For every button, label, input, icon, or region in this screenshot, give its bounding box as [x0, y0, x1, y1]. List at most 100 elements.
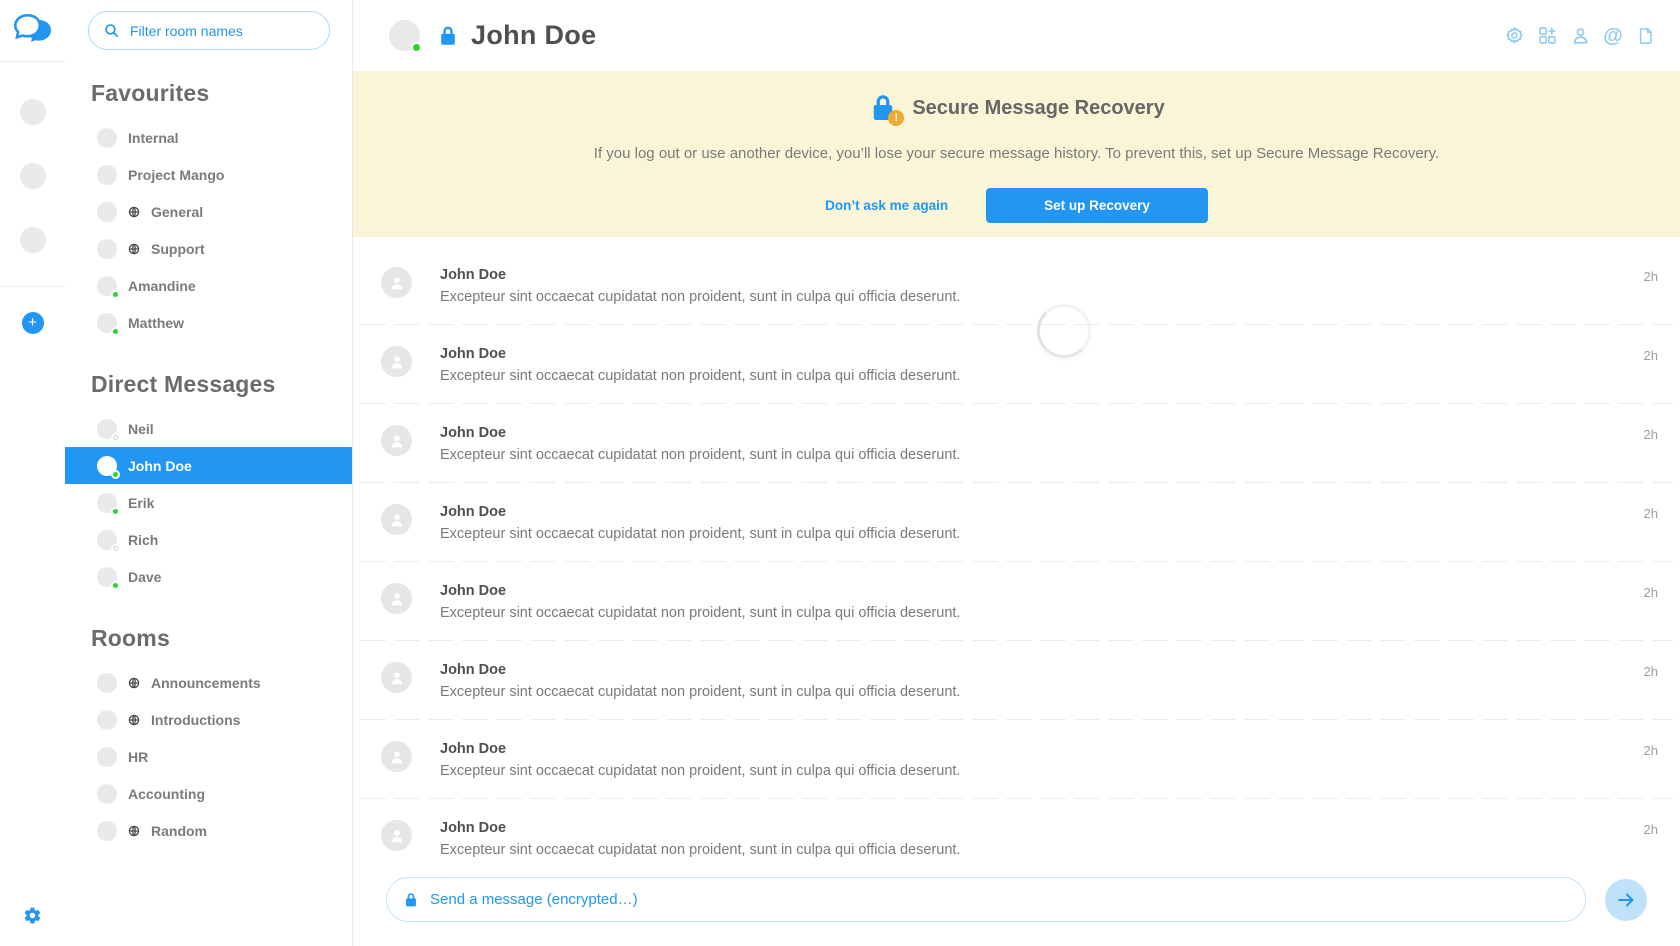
globe-icon — [128, 714, 140, 726]
room-shortcut-avatar[interactable] — [20, 227, 46, 253]
message-row: John Doe Excepteur sint occaecat cupidat… — [353, 483, 1680, 562]
person-icon — [387, 431, 407, 451]
members-icon[interactable] — [1568, 24, 1592, 48]
room-shortcut-avatar[interactable] — [20, 163, 46, 189]
sender-avatar — [381, 583, 412, 614]
chat-logo-icon — [13, 12, 53, 50]
mention-icon[interactable]: @ — [1601, 24, 1625, 48]
set-up-recovery-button[interactable]: Set up Recovery — [986, 188, 1208, 223]
message-text: Excepteur sint occaecat cupidatat non pr… — [440, 526, 1644, 542]
add-room-button[interactable]: + — [22, 312, 44, 334]
room-list-item[interactable]: John Doe — [65, 447, 352, 484]
sender-avatar — [381, 741, 412, 772]
room-label: Announcements — [151, 675, 261, 691]
message-row: John Doe Excepteur sint occaecat cupidat… — [353, 325, 1680, 404]
person-icon — [387, 826, 407, 846]
loading-spinner — [1037, 304, 1091, 358]
message-timestamp: 2h — [1644, 664, 1658, 720]
room-label: Matthew — [128, 315, 184, 331]
section-heading: Direct Messages — [91, 371, 352, 398]
search-icon — [103, 22, 130, 39]
room-list-item[interactable]: Random — [65, 812, 352, 849]
room-label: Internal — [128, 130, 179, 146]
sender-avatar — [381, 662, 412, 693]
room-label: HR — [128, 749, 148, 765]
room-list-item[interactable]: Dave — [65, 558, 352, 595]
message-timestamp: 2h — [1644, 269, 1658, 325]
room-section: Favourites — [65, 80, 352, 341]
chat-panel: John Doe — [353, 0, 1680, 946]
room-list-item[interactable]: Matthew — [65, 304, 352, 341]
room-label: Accounting — [128, 786, 205, 802]
chat-header: John Doe — [353, 0, 1680, 71]
person-icon — [387, 589, 407, 609]
composer-field — [386, 877, 1586, 922]
message-sender: John Doe — [440, 425, 1644, 441]
room-avatar — [97, 530, 117, 550]
send-button[interactable] — [1605, 879, 1647, 921]
room-list-item[interactable]: Rich — [65, 521, 352, 558]
message-sender: John Doe — [440, 346, 1644, 362]
room-label: Project Mango — [128, 167, 224, 183]
apps-integrations-icon[interactable] — [1535, 24, 1559, 48]
room-list-item[interactable]: Erik — [65, 484, 352, 521]
room-list-item[interactable]: Project Mango — [65, 156, 352, 193]
room-list-item[interactable]: General — [65, 193, 352, 230]
lock-warning-icon: ! — [868, 93, 898, 123]
room-label: Random — [151, 823, 207, 839]
message-sender: John Doe — [440, 741, 1644, 757]
globe-icon — [128, 243, 140, 255]
presence-dot — [111, 581, 120, 590]
room-items: Announcements — [65, 664, 352, 849]
message-text: Excepteur sint occaecat cupidatat non pr… — [440, 605, 1644, 621]
room-avatar — [97, 747, 117, 767]
room-settings-icon[interactable] — [1502, 24, 1526, 48]
room-list-item[interactable]: Accounting — [65, 775, 352, 812]
room-avatar — [97, 165, 117, 185]
room-list-item[interactable]: Support — [65, 230, 352, 267]
settings-gear-icon[interactable] — [23, 906, 42, 930]
person-icon — [387, 668, 407, 688]
presence-dot — [111, 544, 120, 553]
room-avatar — [97, 313, 117, 333]
room-list-item[interactable]: Neil — [65, 410, 352, 447]
dont-ask-again-link[interactable]: Don’t ask me again — [825, 198, 948, 213]
message-timestamp: 2h — [1644, 427, 1658, 483]
rail-room-shortcuts — [20, 62, 46, 286]
presence-dot — [111, 327, 120, 336]
room-filter-input[interactable] — [130, 23, 317, 39]
message-row: John Doe Excepteur sint occaecat cupidat… — [353, 720, 1680, 799]
presence-dot — [411, 42, 422, 53]
presence-dot — [111, 470, 120, 479]
room-list-sidebar: Favourites — [65, 0, 353, 946]
encrypted-lock-icon — [437, 25, 459, 47]
message-timestamp: 2h — [1644, 585, 1658, 641]
presence-dot — [111, 433, 120, 442]
message-input[interactable] — [430, 891, 1569, 908]
room-shortcut-avatar[interactable] — [20, 99, 46, 125]
room-list-item[interactable]: Announcements — [65, 664, 352, 701]
room-list-item[interactable]: Introductions — [65, 701, 352, 738]
room-label: Erik — [128, 495, 154, 511]
send-arrow-icon — [1615, 889, 1637, 911]
room-list-item[interactable]: Internal — [65, 119, 352, 156]
message-list: John Doe Excepteur sint occaecat cupidat… — [353, 237, 1680, 869]
room-label: John Doe — [128, 458, 192, 474]
files-icon[interactable] — [1634, 24, 1658, 48]
room-avatar — [97, 276, 117, 296]
warning-badge: ! — [888, 110, 904, 126]
sender-avatar — [381, 425, 412, 456]
message-sender: John Doe — [440, 583, 1644, 599]
room-avatar — [97, 493, 117, 513]
room-avatar — [97, 456, 117, 476]
message-timestamp: 2h — [1644, 822, 1658, 869]
globe-icon — [128, 677, 140, 689]
room-list-item[interactable]: HR — [65, 738, 352, 775]
room-section: Rooms — [65, 625, 352, 849]
room-list-item[interactable]: Amandine — [65, 267, 352, 304]
message-sender: John Doe — [440, 820, 1644, 836]
room-avatar — [97, 128, 117, 148]
message-row: John Doe Excepteur sint occaecat cupidat… — [353, 404, 1680, 483]
sender-avatar — [381, 267, 412, 298]
presence-dot — [111, 507, 120, 516]
